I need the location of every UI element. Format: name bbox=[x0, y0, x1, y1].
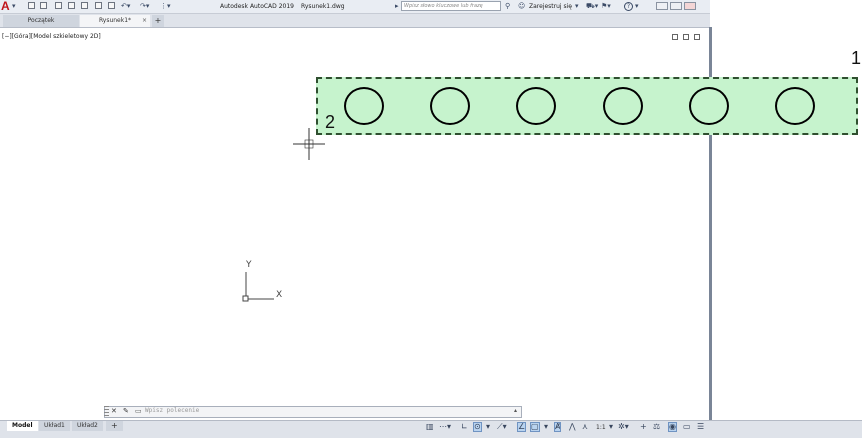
scale-dropdown-icon[interactable]: ▾ bbox=[609, 423, 613, 431]
cloud-icon[interactable] bbox=[81, 2, 88, 9]
app-menu-dropdown-icon[interactable]: ▾ bbox=[12, 3, 16, 10]
tab-drawing-label: Rysunek1* bbox=[98, 17, 132, 24]
user-icon[interactable]: ☺ bbox=[518, 3, 525, 10]
file-title: Rysunek1.dwg bbox=[301, 3, 345, 10]
layout-tab-layout2[interactable]: Układ2 bbox=[72, 421, 103, 431]
workspace-gear-icon[interactable]: ✲▾ bbox=[618, 423, 629, 431]
circle[interactable] bbox=[775, 87, 815, 125]
sign-in-dropdown-icon[interactable]: ▾ bbox=[575, 3, 579, 10]
new-icon[interactable] bbox=[28, 2, 35, 9]
units-icon[interactable]: ⚖ bbox=[653, 423, 660, 431]
restore-button[interactable] bbox=[670, 2, 682, 10]
ortho-icon[interactable]: ∟ bbox=[461, 423, 468, 431]
command-line-grip[interactable] bbox=[104, 406, 109, 418]
annotation-monitor-icon[interactable]: + bbox=[640, 423, 647, 431]
circle[interactable] bbox=[689, 87, 729, 125]
save-as-icon[interactable] bbox=[68, 2, 75, 9]
viewport-minimize-icon[interactable] bbox=[672, 34, 678, 40]
sign-in-link[interactable]: Zarejestruj się bbox=[529, 3, 572, 10]
search-expand-icon[interactable]: ▸ bbox=[395, 3, 399, 10]
plot-icon[interactable] bbox=[108, 2, 115, 9]
app-title: Autodesk AutoCAD 2019 bbox=[220, 3, 294, 10]
command-recent-icon[interactable]: ▭ bbox=[135, 407, 142, 415]
tab-close-icon[interactable]: × bbox=[142, 15, 147, 27]
circle[interactable] bbox=[430, 87, 470, 125]
autocad-logo-icon[interactable]: A bbox=[1, 0, 10, 13]
object-snap-icon[interactable]: ▢ bbox=[530, 422, 540, 432]
minimize-button[interactable] bbox=[656, 2, 668, 10]
quick-access-customize-icon[interactable]: ⋮▾ bbox=[160, 3, 171, 10]
auto-scale-icon[interactable]: ⋀ bbox=[569, 423, 576, 431]
tab-start[interactable]: Początek bbox=[3, 15, 79, 27]
model-space-icon[interactable]: ▥ bbox=[426, 423, 434, 431]
redo-icon[interactable]: ↷▾ bbox=[140, 3, 149, 10]
viewport-controls-label[interactable]: [−][Góra][Model szkieletowy 2D] bbox=[2, 33, 101, 40]
hardware-acceleration-icon[interactable]: ▭ bbox=[683, 423, 691, 431]
search-input[interactable]: Wpisz słowo kluczowe lub frazę bbox=[401, 1, 501, 11]
circle[interactable] bbox=[603, 87, 643, 125]
layout-tab-layout1[interactable]: Układ1 bbox=[39, 421, 70, 431]
binoculars-icon[interactable]: ⚲ bbox=[505, 3, 510, 10]
customization-menu-icon[interactable]: ☰ bbox=[697, 423, 704, 431]
new-tab-button[interactable]: + bbox=[152, 15, 164, 27]
ucs-x-label: X bbox=[276, 290, 283, 300]
tab-drawing[interactable]: Rysunek1* × bbox=[80, 15, 150, 27]
callout-2: 2 bbox=[325, 112, 336, 132]
open-icon[interactable] bbox=[40, 2, 47, 9]
polar-tracking-icon[interactable]: ⊙ bbox=[473, 422, 482, 432]
isodraft-icon[interactable]: ⟋▾ bbox=[497, 423, 507, 431]
ucs-y-label: Y bbox=[246, 260, 252, 270]
command-history-icon[interactable]: ▴ bbox=[514, 407, 517, 414]
isolate-objects-icon[interactable]: ◉ bbox=[668, 422, 677, 432]
ucs-icon bbox=[242, 272, 274, 302]
layout-tab-model[interactable]: Model bbox=[7, 421, 38, 431]
grid-icon[interactable]: ⋯▾ bbox=[439, 423, 451, 431]
command-input[interactable]: Wpisz polecenie bbox=[145, 407, 199, 414]
exchange-icon[interactable]: ⚑▾ bbox=[601, 3, 611, 10]
annotation-visibility-icon[interactable]: Ⱥ bbox=[553, 422, 562, 432]
undo-icon[interactable]: ↶▾ bbox=[121, 3, 130, 10]
circle[interactable] bbox=[516, 87, 556, 125]
crosshair-cursor bbox=[293, 128, 325, 160]
object-snap-dropdown-icon[interactable]: ▾ bbox=[544, 423, 548, 431]
object-snap-tracking-icon[interactable]: ∠ bbox=[516, 422, 527, 432]
help-dropdown-icon[interactable]: ▾ bbox=[635, 3, 639, 10]
viewport-close-icon[interactable] bbox=[694, 34, 700, 40]
polar-dropdown-icon[interactable]: ▾ bbox=[486, 423, 490, 431]
annotation-scale-icon[interactable]: ⋏ bbox=[582, 423, 588, 431]
callout-1: 1 bbox=[851, 48, 862, 68]
annotation-scale-value[interactable]: 1:1 bbox=[596, 424, 606, 431]
cart-icon[interactable]: ⛟▾ bbox=[586, 3, 598, 10]
add-layout-button[interactable]: + bbox=[106, 421, 123, 431]
command-customize-icon[interactable]: ✎ bbox=[123, 407, 129, 415]
save-icon[interactable] bbox=[55, 2, 62, 9]
circle[interactable] bbox=[344, 87, 384, 125]
close-button[interactable] bbox=[684, 2, 696, 10]
plot-preview-icon[interactable] bbox=[95, 2, 102, 9]
command-close-icon[interactable]: ✕ bbox=[111, 407, 117, 415]
viewport-restore-icon[interactable] bbox=[683, 34, 689, 40]
help-icon[interactable]: ? bbox=[624, 2, 633, 11]
